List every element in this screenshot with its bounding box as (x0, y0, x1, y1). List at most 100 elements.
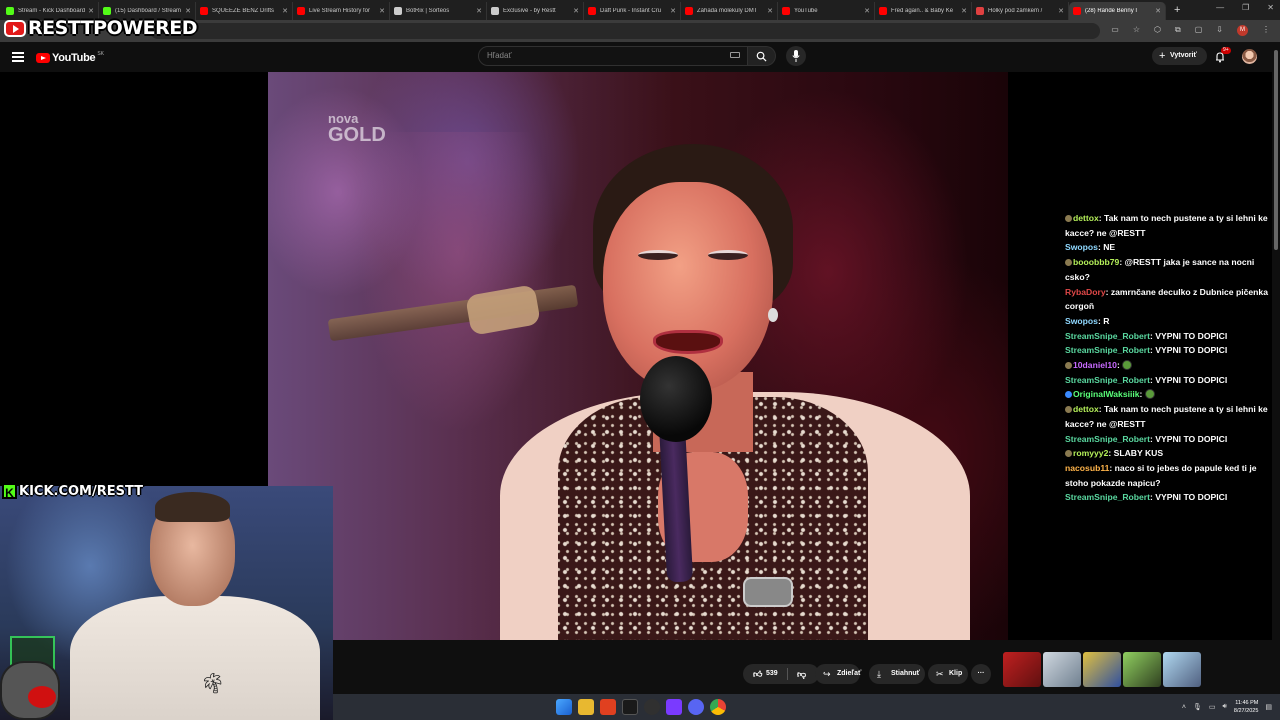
discord-icon[interactable] (688, 699, 704, 715)
download-button[interactable]: ⤓ Stiahnuť (869, 664, 925, 684)
thumbs-down-icon[interactable]: 👎︎ (797, 664, 806, 684)
tab-close-icon[interactable]: ✕ (573, 7, 579, 15)
microphone-tray-icon[interactable]: 🎙︎ (1193, 703, 1202, 711)
browser-tab[interactable]: Daft Punk - Instant Cru ✕ (584, 2, 681, 20)
like-dislike-button-group[interactable]: 👍︎ 539 👎︎ (743, 664, 819, 684)
chat-username[interactable]: dettox (1073, 213, 1099, 223)
thumbnail-item[interactable] (1083, 652, 1121, 687)
chat-username[interactable]: StreamSnipe_Robert (1065, 345, 1150, 355)
search-button[interactable] (748, 46, 776, 66)
url-field[interactable]: eSV02E (150, 23, 1100, 39)
system-clock[interactable]: 11:46 PM 8/27/2025 (1234, 699, 1258, 715)
browser-tab[interactable]: Exclusive - by Restt ✕ (487, 2, 584, 20)
keyboard-icon[interactable] (730, 52, 740, 58)
start-windows-icon[interactable] (556, 699, 572, 715)
sidebar-icon[interactable]: ▢ (1195, 25, 1203, 36)
video-player[interactable]: nova GOLD (268, 72, 1008, 640)
chat-username[interactable]: booobbb79 (1073, 257, 1119, 267)
browser-menu-icon[interactable]: ⋮ (1262, 25, 1270, 36)
chat-username[interactable]: StreamSnipe_Robert (1065, 331, 1150, 341)
chat-username[interactable]: nacosub11 (1065, 463, 1109, 473)
network-icon[interactable]: ▭ (1209, 703, 1216, 711)
extensions-puzzle-icon[interactable]: ⧉ (1175, 25, 1181, 36)
page-scrollbar[interactable] (1273, 42, 1280, 720)
youtube-logo[interactable]: YouTube SK (36, 51, 104, 64)
chat-username[interactable]: romyyy2 (1073, 448, 1108, 458)
browser-toolbar-icons: ▭ ☆ ⬡ ⧉ ▢ ⇩ M ⋮ (1111, 25, 1270, 36)
tab-close-icon[interactable]: ✕ (476, 7, 482, 15)
browser-tab[interactable]: BotRix | Sorteos ✕ (390, 2, 487, 20)
search-input[interactable]: Hľadať (478, 46, 748, 66)
chat-username[interactable]: StreamSnipe_Robert (1065, 375, 1150, 385)
downloads-icon[interactable]: ⇩ (1216, 25, 1223, 36)
new-tab-icon[interactable]: + (1174, 4, 1180, 16)
bookmark-star-icon[interactable]: ☆ (1133, 25, 1140, 36)
extension-icon[interactable]: ⬡ (1154, 25, 1161, 36)
chat-username[interactable]: OriginalWaksiiik (1073, 389, 1140, 399)
chat-username[interactable]: 10daniel10 (1073, 360, 1117, 370)
tab-title: Záhada molekuly DMT (697, 8, 758, 14)
browser-tab[interactable]: Záhada molekuly DMT ✕ (681, 2, 778, 20)
share-arrow-icon: ↪ (823, 669, 831, 679)
tab-close-icon[interactable]: ✕ (767, 7, 773, 15)
voice-search-button[interactable] (786, 46, 806, 66)
tab-close-icon[interactable]: ✕ (670, 7, 676, 15)
twitch-icon[interactable] (666, 699, 682, 715)
cast-icon[interactable]: ▭ (1111, 25, 1119, 36)
volume-icon[interactable]: 🔊︎ (1222, 703, 1226, 711)
scrollbar-thumb[interactable] (1274, 50, 1278, 250)
create-button[interactable]: Vytvoriť (1152, 47, 1207, 65)
thumbnail-item[interactable] (1043, 652, 1081, 687)
thumbnail-item[interactable] (1123, 652, 1161, 687)
browser-tab[interactable]: Fred again.. & Baby Ke ✕ (875, 2, 972, 20)
chat-username[interactable]: Swopos (1065, 242, 1098, 252)
terminal-icon[interactable] (622, 699, 638, 715)
tab-title: (15) Dashboard / Stream (115, 8, 182, 14)
tab-close-icon[interactable]: ✕ (282, 7, 288, 15)
tab-favicon-icon (491, 7, 499, 15)
menu-hamburger-icon[interactable] (12, 52, 24, 62)
account-avatar[interactable] (1242, 49, 1257, 64)
minimize-icon[interactable]: — (1216, 3, 1224, 12)
tab-close-icon[interactable]: ✕ (1058, 7, 1064, 15)
tab-close-icon[interactable]: ✕ (185, 7, 191, 15)
browser-tab[interactable]: Live Stream History for ✕ (293, 2, 390, 20)
close-window-icon[interactable]: ✕ (1267, 3, 1274, 12)
chat-message: nacosub11: naco si to jebes do papule ke… (1065, 461, 1270, 490)
more-actions-button[interactable]: ··· (971, 664, 991, 684)
search-icon (756, 51, 767, 62)
tray-chevron-icon[interactable]: ˄ (1182, 704, 1186, 711)
tab-close-icon[interactable]: ✕ (864, 7, 870, 15)
chat-username[interactable]: Swopos (1065, 316, 1098, 326)
tab-close-icon[interactable]: ✕ (379, 7, 385, 15)
thumbs-up-icon[interactable]: 👍︎ (753, 664, 762, 684)
tv-channel-watermark: nova GOLD (328, 112, 386, 145)
maximize-icon[interactable]: ❐ (1242, 3, 1249, 12)
browser-tab[interactable]: SQUEEZE BENZ Drifts ✕ (196, 2, 293, 20)
browser-profile-avatar[interactable]: M (1237, 25, 1248, 36)
chrome-icon[interactable] (710, 699, 726, 715)
notification-center-icon[interactable]: ▤ (1265, 703, 1272, 711)
brave-browser-icon[interactable] (600, 699, 616, 715)
skin-thumbnails-strip (1003, 652, 1201, 687)
share-button[interactable]: ↪ Zdieľať (815, 664, 862, 684)
youtube-play-icon (36, 53, 50, 63)
clip-button[interactable]: ✂ Klip (928, 664, 968, 684)
tab-close-icon[interactable]: ✕ (1155, 7, 1161, 15)
browser-tab[interactable]: (28) Rande Benny I ✕ (1069, 2, 1166, 20)
tab-close-icon[interactable]: ✕ (961, 7, 967, 15)
obs-icon[interactable] (644, 699, 660, 715)
chat-username[interactable]: RybaDory (1065, 287, 1106, 297)
chat-username[interactable]: StreamSnipe_Robert (1065, 434, 1150, 444)
chat-username[interactable]: dettox (1073, 404, 1099, 414)
chat-text: R (1103, 315, 1110, 326)
thumbnail-item[interactable] (1003, 652, 1041, 687)
thumbnail-item[interactable] (1163, 652, 1201, 687)
share-label: Zdieľať (837, 670, 862, 677)
youtube-wordmark: YouTube (52, 52, 96, 64)
tab-close-icon[interactable]: ✕ (88, 7, 94, 15)
chat-username[interactable]: StreamSnipe_Robert (1065, 492, 1150, 502)
browser-tab[interactable]: YouTube ✕ (778, 2, 875, 20)
browser-tab[interactable]: Holky pod zámkem / ✕ (972, 2, 1069, 20)
file-explorer-icon[interactable] (578, 699, 594, 715)
